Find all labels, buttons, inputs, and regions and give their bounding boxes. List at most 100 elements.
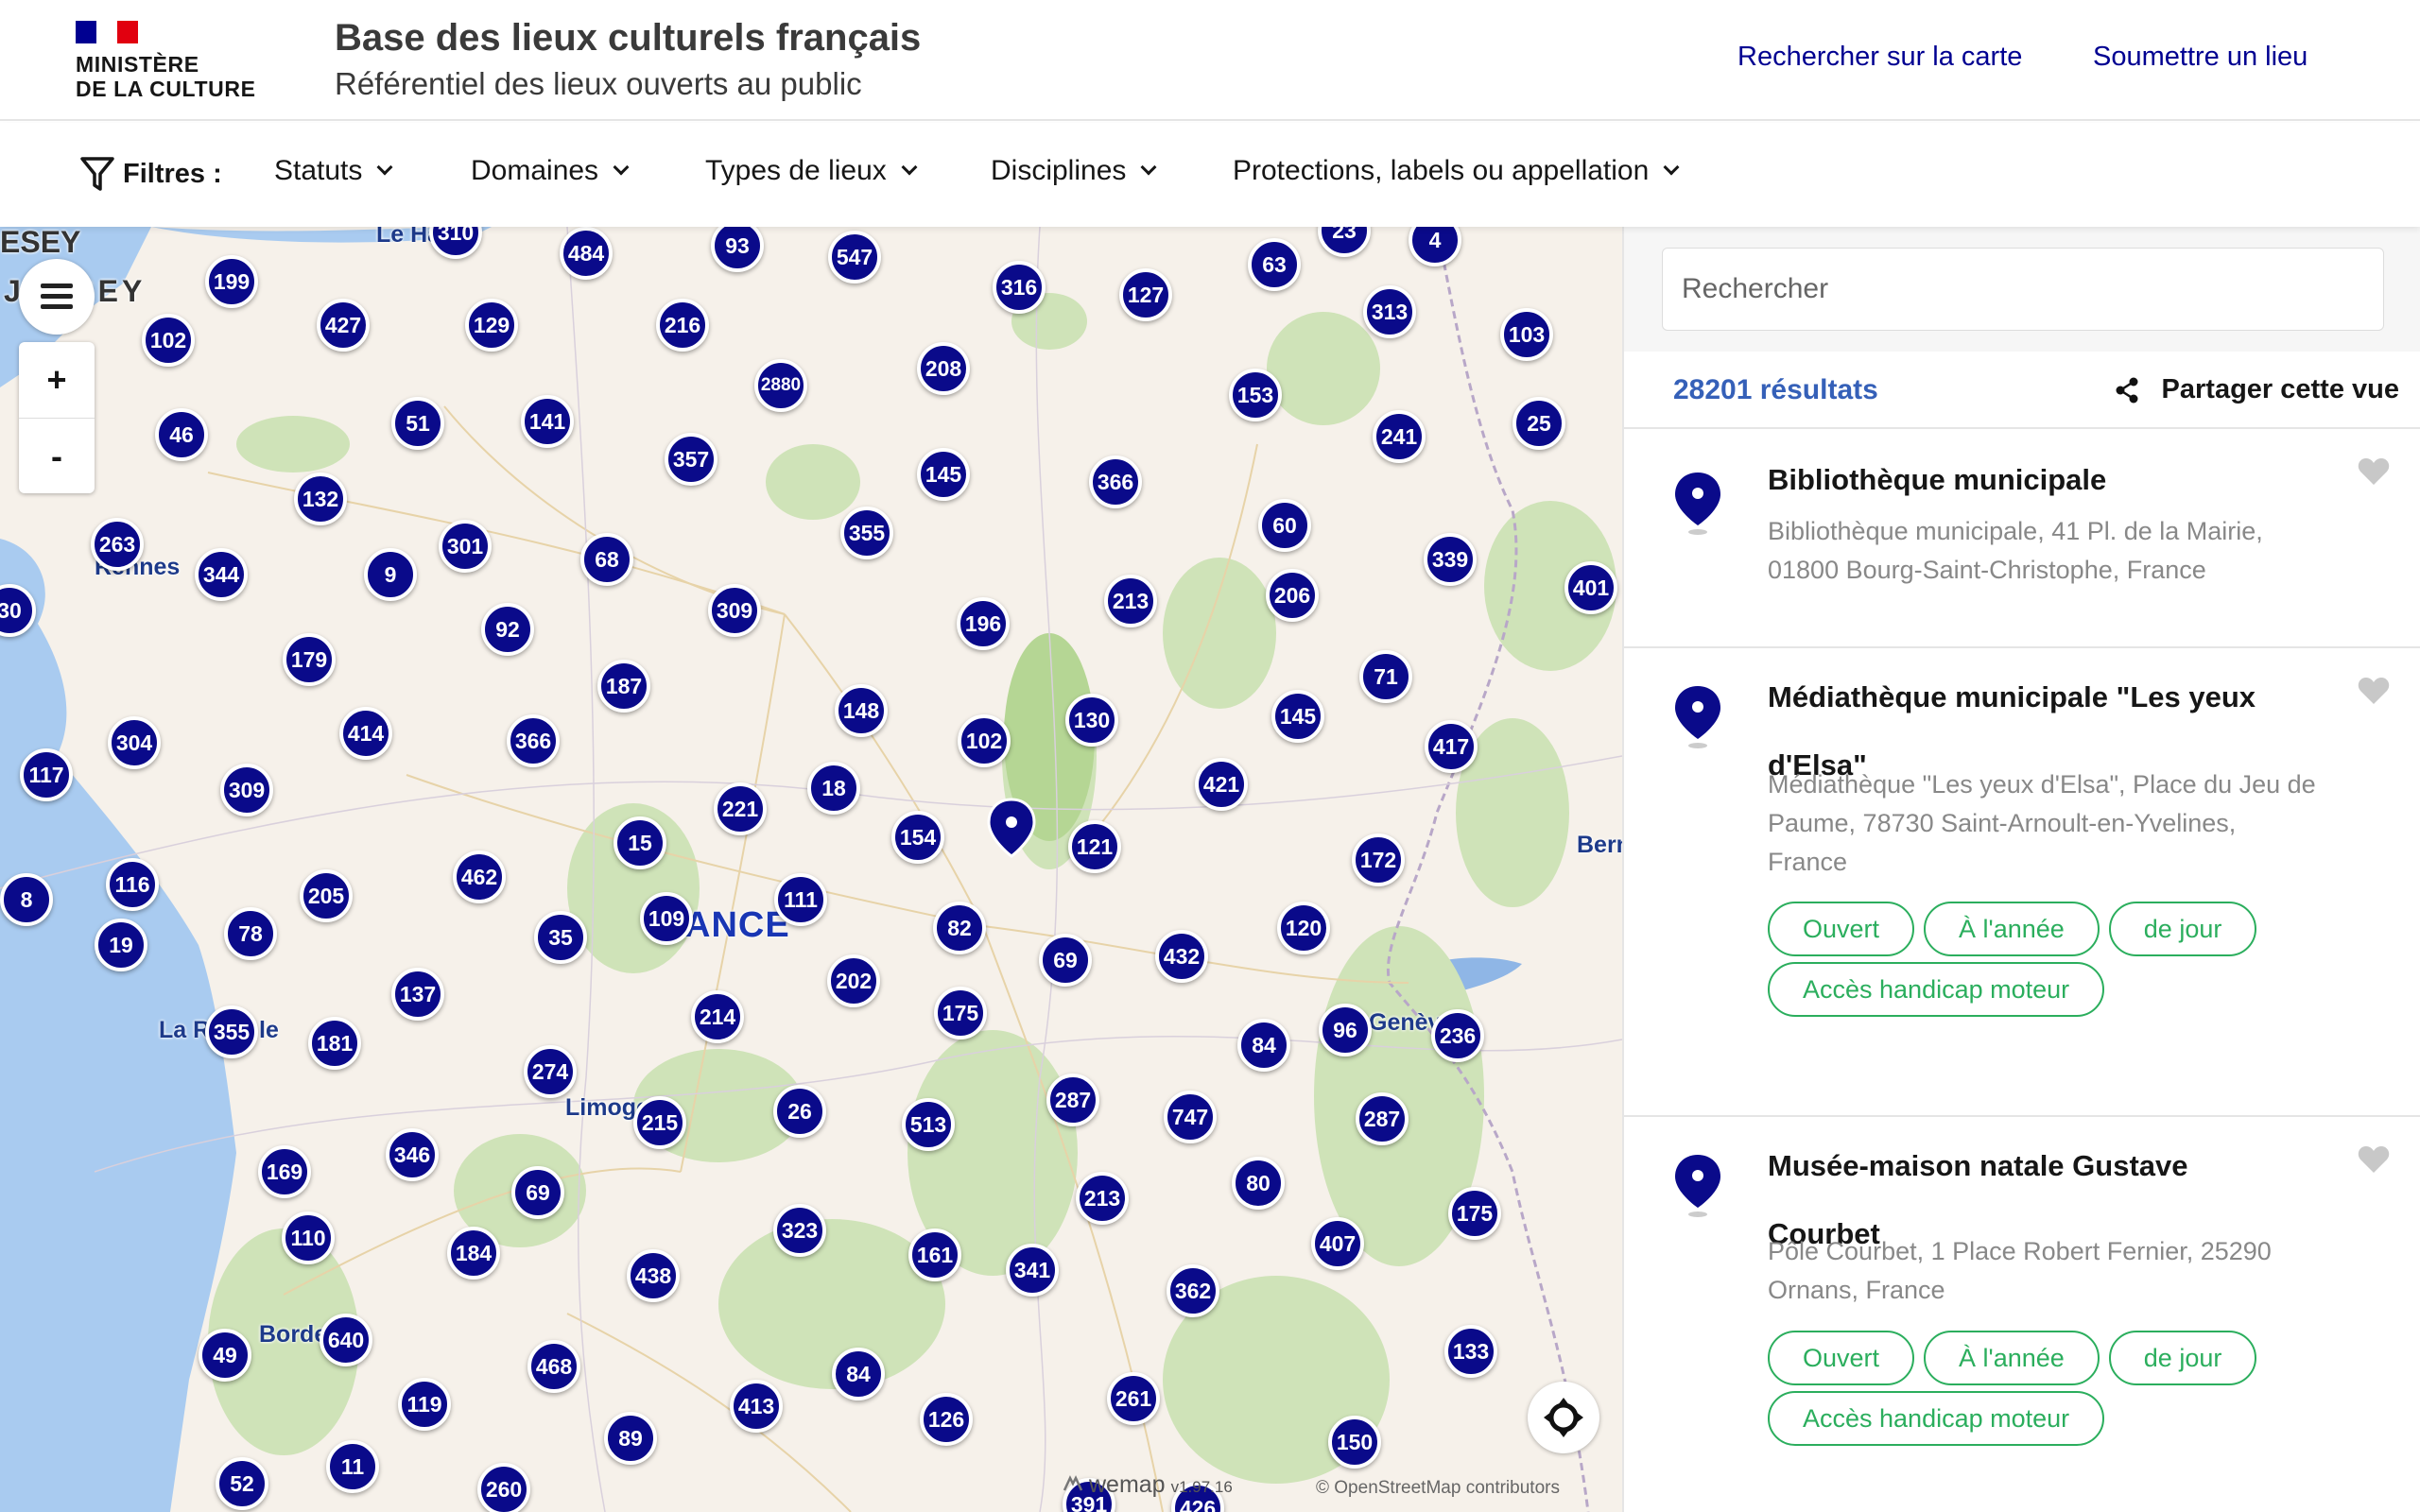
marker-cluster[interactable]: 184: [447, 1227, 500, 1280]
marker-cluster[interactable]: 141: [521, 395, 574, 448]
marker-cluster[interactable]: 150: [1328, 1416, 1381, 1469]
marker-cluster[interactable]: 126: [920, 1393, 973, 1446]
marker-cluster[interactable]: 432: [1155, 930, 1208, 983]
marker-cluster[interactable]: 103: [1500, 308, 1553, 361]
map-view[interactable]: Le Ha JERSEY ESEY Rennes La R le ANCE Li…: [0, 227, 1622, 1512]
marker-cluster[interactable]: 747: [1164, 1091, 1217, 1143]
marker-cluster[interactable]: 309: [708, 584, 761, 637]
marker-cluster[interactable]: 313: [1363, 285, 1416, 338]
wemap-attribution[interactable]: wemap v1.97.16: [1063, 1471, 1233, 1499]
result-title[interactable]: Bibliothèque municipale: [1768, 446, 2297, 514]
marker-cluster[interactable]: 414: [339, 707, 392, 760]
filter-types-de-lieux[interactable]: Types de lieux: [705, 155, 918, 187]
marker-cluster[interactable]: 46: [155, 408, 208, 461]
marker-cluster[interactable]: 110: [282, 1211, 335, 1264]
marker-cluster[interactable]: 172: [1352, 833, 1405, 886]
marker-cluster[interactable]: 205: [300, 869, 353, 922]
marker-cluster[interactable]: 468: [527, 1340, 580, 1393]
favorite-heart-icon[interactable]: [2358, 457, 2390, 486]
marker-cluster[interactable]: 199: [205, 255, 258, 308]
marker-cluster[interactable]: 206: [1266, 569, 1319, 622]
marker-cluster[interactable]: 78: [224, 907, 277, 960]
filter-domaines[interactable]: Domaines: [471, 155, 630, 187]
marker-cluster[interactable]: 69: [1039, 934, 1092, 987]
marker-cluster[interactable]: 241: [1373, 410, 1426, 463]
marker-cluster[interactable]: 175: [1448, 1187, 1501, 1240]
marker-cluster[interactable]: 427: [317, 299, 370, 352]
marker-cluster[interactable]: 19: [95, 919, 147, 971]
marker-cluster[interactable]: 2880: [754, 359, 807, 412]
osm-attribution[interactable]: © OpenStreetMap contributors: [1316, 1478, 1560, 1499]
marker-cluster[interactable]: 214: [691, 990, 744, 1043]
marker-cluster[interactable]: 89: [604, 1412, 657, 1465]
marker-cluster[interactable]: 133: [1444, 1325, 1497, 1378]
marker-cluster[interactable]: 261: [1107, 1372, 1160, 1425]
marker-cluster[interactable]: 111: [774, 873, 827, 926]
marker-cluster[interactable]: 274: [524, 1045, 577, 1098]
marker-cluster[interactable]: 323: [773, 1204, 826, 1257]
marker-cluster[interactable]: 154: [891, 811, 944, 864]
zoom-in-button[interactable]: +: [19, 342, 95, 418]
marker-cluster[interactable]: 80: [1232, 1157, 1285, 1210]
locate-button[interactable]: [1528, 1382, 1599, 1453]
marker-cluster[interactable]: 421: [1195, 758, 1248, 811]
marker-cluster[interactable]: 121: [1068, 820, 1121, 873]
marker-cluster[interactable]: 287: [1356, 1092, 1409, 1145]
marker-cluster[interactable]: 263: [91, 518, 144, 571]
marker-cluster[interactable]: 304: [108, 716, 161, 769]
marker-cluster[interactable]: 341: [1006, 1244, 1059, 1297]
marker-cluster[interactable]: 196: [957, 597, 1010, 650]
site-title[interactable]: Base des lieux culturels français: [335, 17, 921, 60]
marker-cluster[interactable]: 35: [534, 911, 587, 964]
marker-cluster[interactable]: 137: [391, 968, 444, 1021]
marker-cluster[interactable]: 84: [1237, 1019, 1290, 1072]
marker-cluster[interactable]: 401: [1564, 561, 1617, 614]
marker-cluster[interactable]: 153: [1229, 369, 1282, 421]
marker-cluster[interactable]: 92: [481, 603, 534, 656]
nav-search-map-link[interactable]: Rechercher sur la carte: [1737, 42, 2022, 73]
marker-cluster[interactable]: 11: [326, 1440, 379, 1493]
marker-cluster[interactable]: 640: [320, 1314, 372, 1366]
marker-cluster[interactable]: 102: [142, 314, 195, 367]
marker-cluster[interactable]: 68: [580, 533, 633, 586]
marker-cluster[interactable]: 301: [439, 520, 492, 573]
marker-cluster[interactable]: 145: [1271, 690, 1324, 743]
marker-cluster[interactable]: 18: [807, 762, 860, 815]
marker-cluster[interactable]: 202: [827, 954, 880, 1007]
marker-cluster[interactable]: 102: [958, 714, 1011, 767]
marker-cluster[interactable]: 130: [1065, 694, 1118, 747]
marker-cluster[interactable]: 119: [398, 1378, 451, 1431]
filter-statuts[interactable]: Statuts: [274, 155, 393, 187]
marker-cluster[interactable]: 132: [294, 472, 347, 525]
marker-cluster[interactable]: 362: [1167, 1264, 1219, 1317]
marker-cluster[interactable]: 26: [773, 1085, 826, 1138]
marker-cluster[interactable]: 129: [465, 299, 518, 352]
marker-cluster[interactable]: 9: [364, 548, 417, 601]
selected-place-marker[interactable]: [985, 798, 1038, 866]
marker-cluster[interactable]: 213: [1076, 1172, 1129, 1225]
marker-cluster[interactable]: 462: [453, 850, 506, 903]
filter-protections[interactable]: Protections, labels ou appellation: [1233, 155, 1680, 187]
marker-cluster[interactable]: 109: [640, 892, 693, 945]
marker-cluster[interactable]: 175: [934, 987, 987, 1040]
marker-cluster[interactable]: 339: [1424, 533, 1477, 586]
marker-cluster[interactable]: 355: [840, 507, 893, 559]
marker-cluster[interactable]: 438: [627, 1249, 680, 1302]
marker-cluster[interactable]: 208: [917, 342, 970, 395]
marker-cluster[interactable]: 96: [1319, 1004, 1372, 1057]
filter-disciplines[interactable]: Disciplines: [991, 155, 1157, 187]
marker-cluster[interactable]: 366: [507, 714, 560, 767]
marker-cluster[interactable]: 413: [730, 1380, 783, 1433]
marker-cluster[interactable]: 216: [656, 299, 709, 352]
marker-cluster[interactable]: 179: [283, 633, 336, 686]
marker-cluster[interactable]: 127: [1119, 268, 1172, 321]
marker-cluster[interactable]: 60: [1258, 499, 1311, 552]
marker-cluster[interactable]: 69: [511, 1166, 564, 1219]
result-card[interactable]: Bibliothèque municipale Bibliothèque mun…: [1624, 429, 2420, 648]
result-card[interactable]: Musée-maison natale Gustave Courbet Pôle…: [1624, 1117, 2420, 1512]
marker-cluster[interactable]: 355: [205, 1005, 258, 1058]
marker-cluster[interactable]: 187: [597, 660, 650, 713]
marker-cluster[interactable]: 260: [477, 1463, 530, 1512]
favorite-heart-icon[interactable]: [2358, 677, 2390, 705]
marker-cluster[interactable]: 148: [835, 684, 888, 737]
